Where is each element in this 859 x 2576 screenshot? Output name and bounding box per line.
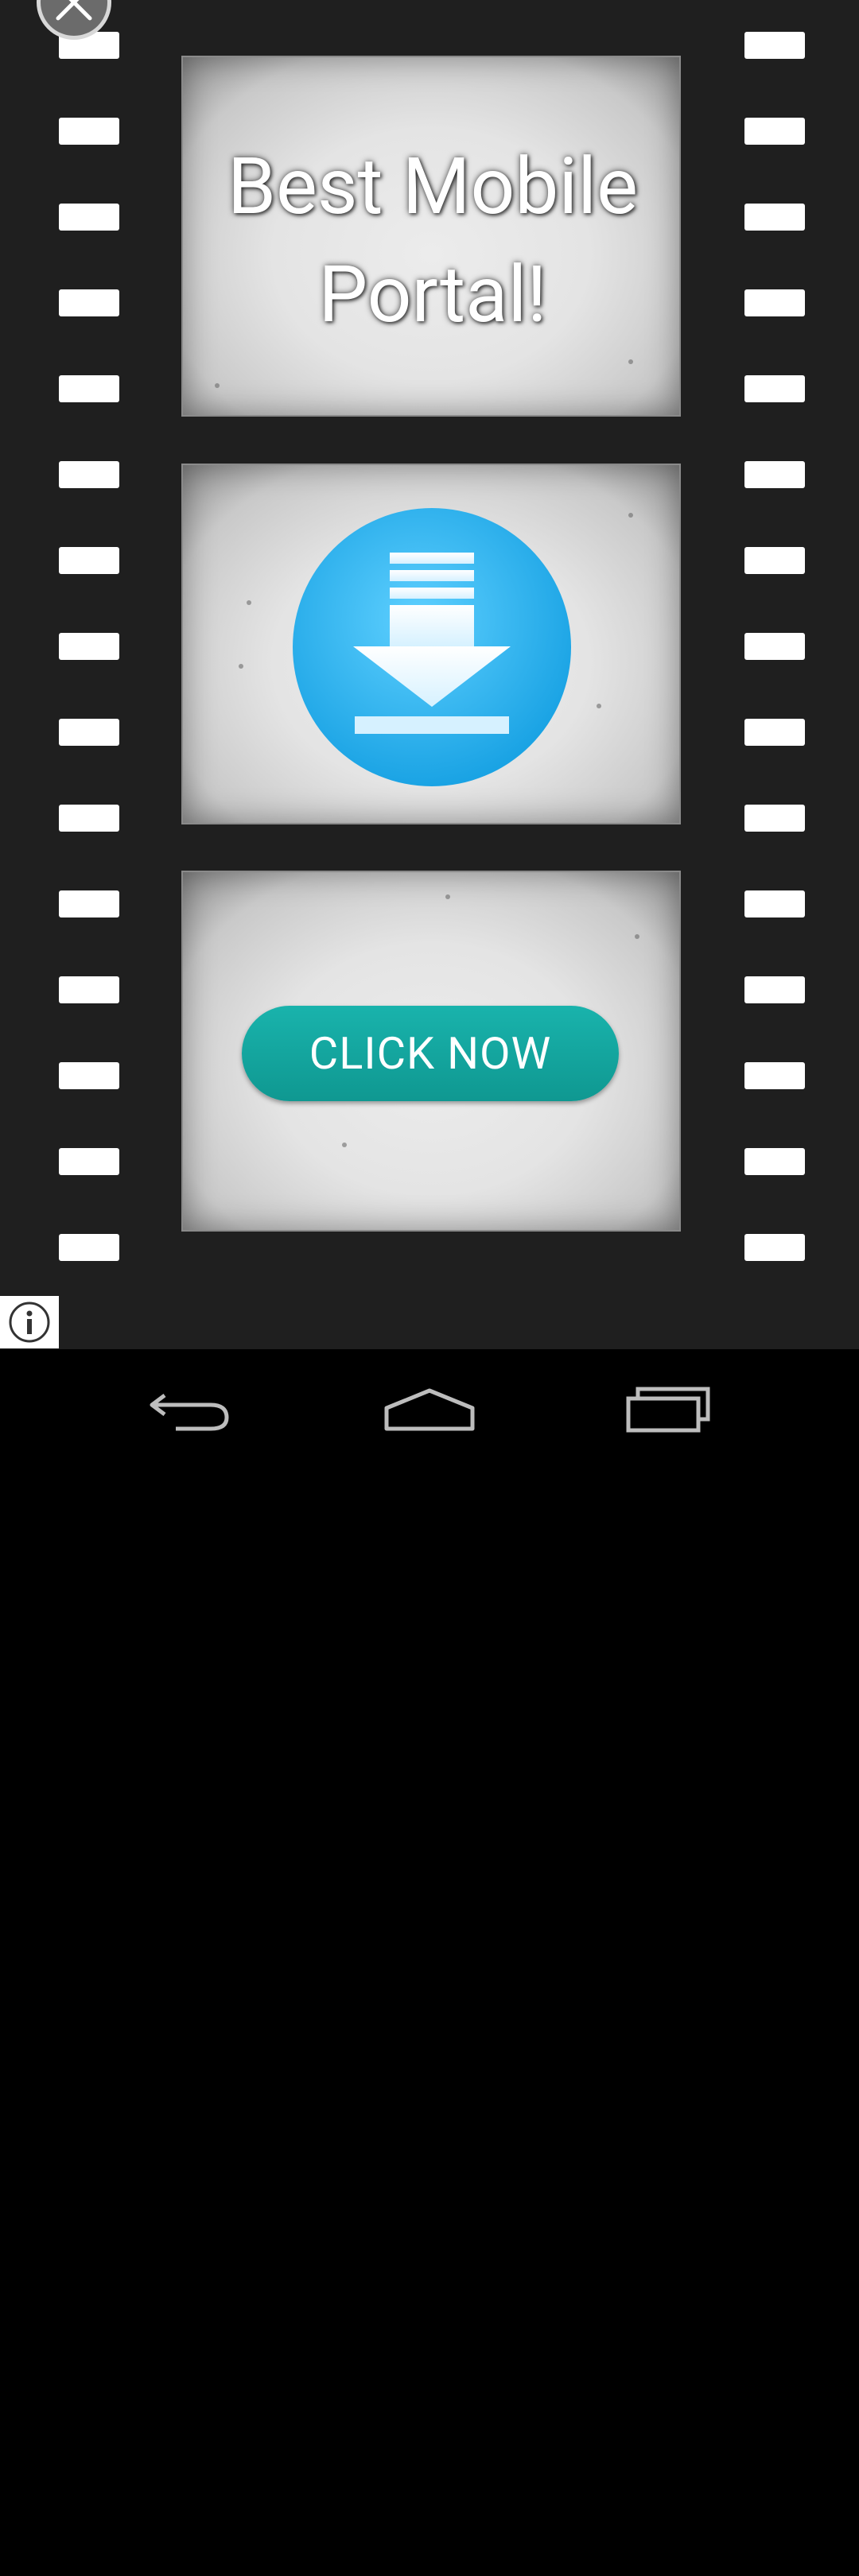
film-sprocket-hole [744,805,805,832]
film-sprocket-hole [744,890,805,918]
recent-apps-icon [626,1387,710,1433]
film-sprocket-hole [59,976,119,1003]
back-icon [150,1394,229,1431]
film-sprocket-hole [59,719,119,746]
film-sprocket-hole [59,805,119,832]
ad-banner[interactable]: Best Mobile Portal! CLICK NOW [0,0,859,1349]
film-sprocket-hole [744,719,805,746]
click-now-button[interactable]: CLICK NOW [242,1006,619,1101]
film-sprocket-hole [59,375,119,402]
film-speck [628,513,633,518]
film-sprocket-hole [59,204,119,231]
film-sprocket-hole [59,461,119,488]
film-speck [445,894,450,899]
film-speck [635,934,639,939]
film-speck [628,359,633,364]
home-button[interactable] [366,1373,493,1445]
ad-headline: Best Mobile Portal! [227,141,639,340]
film-sprocket-hole [744,547,805,574]
film-speck [342,1143,347,1147]
film-sprocket-hole [744,633,805,660]
film-speck [247,600,251,605]
film-sprocket-hole [59,633,119,660]
film-sprocket-hole [744,375,805,402]
film-sprocket-hole [744,1148,805,1175]
film-frame-download[interactable] [181,464,681,824]
film-frame-cta[interactable]: CLICK NOW [181,871,681,1232]
info-icon [9,1302,50,1343]
download-icon [293,508,571,786]
recent-apps-button[interactable] [606,1373,733,1445]
film-sprocket-hole [59,1062,119,1089]
film-sprocket-hole [744,976,805,1003]
back-button[interactable] [127,1373,255,1445]
close-icon [56,0,92,21]
film-sprocket-hole [59,890,119,918]
film-sprocket-hole [744,32,805,59]
close-button[interactable] [37,0,111,40]
film-speck [215,383,220,388]
film-sprocket-hole [744,1234,805,1261]
film-sprocket-hole [744,1062,805,1089]
system-navigation-bar [0,1349,859,1468]
film-sprocket-hole [744,118,805,145]
ad-info-button[interactable] [0,1296,59,1348]
film-sprocket-hole [59,118,119,145]
film-sprocket-hole [59,1148,119,1175]
film-speck [597,704,601,708]
film-sprocket-hole [59,289,119,316]
film-sprocket-hole [59,1234,119,1261]
film-sprocket-hole [744,204,805,231]
film-speck [239,664,243,669]
film-sprocket-hole [744,289,805,316]
film-sprocket-hole [744,461,805,488]
home-icon [384,1388,475,1431]
film-frame-headline[interactable]: Best Mobile Portal! [181,56,681,417]
film-sprocket-hole [59,547,119,574]
